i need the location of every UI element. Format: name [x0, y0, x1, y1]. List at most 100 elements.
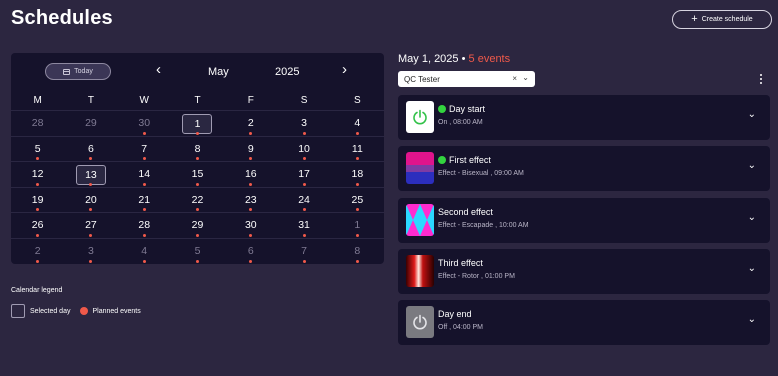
event-dot — [36, 157, 40, 161]
calendar-day[interactable]: 7 — [118, 137, 171, 162]
calendar-day[interactable]: 30 — [118, 111, 171, 136]
calendar-day[interactable]: 11 — [331, 137, 384, 162]
calendar-day[interactable]: 2 — [224, 111, 277, 136]
calendar-day[interactable]: 5 — [171, 239, 224, 264]
event-card[interactable]: Day end Off , 04:00 PM ⌄ — [398, 300, 770, 345]
prev-month-button[interactable]: ‹ — [156, 62, 161, 77]
calendar-day[interactable]: 23 — [224, 188, 277, 213]
calendar-week-row: 26 27 28 29 30 31 1 — [11, 212, 384, 238]
day-number: 21 — [138, 193, 151, 206]
calendar-day[interactable]: 29 — [64, 111, 117, 136]
event-dot — [302, 233, 306, 237]
chevron-down-icon[interactable]: ⌄ — [522, 73, 529, 82]
calendar-day[interactable]: 2 — [11, 239, 64, 264]
calendar-icon — [63, 68, 71, 75]
calendar-day[interactable]: 16 — [224, 162, 277, 187]
legend-title: Calendar legend — [11, 287, 63, 294]
calendar-day[interactable]: 12 — [11, 162, 64, 187]
calendar-day[interactable]: 5 — [11, 137, 64, 162]
event-dot — [36, 259, 40, 263]
event-card[interactable]: Second effect Effect - Escapade , 10:00 A… — [398, 198, 770, 243]
power-icon — [406, 306, 434, 338]
event-card[interactable]: Third effect Effect - Rotor , 01:00 PM ⌄ — [398, 249, 770, 294]
calendar-day[interactable]: 13 — [64, 162, 117, 187]
calendar-day[interactable]: 9 — [224, 137, 277, 162]
event-dot — [355, 208, 359, 212]
chevron-down-icon[interactable]: ⌄ — [748, 263, 756, 274]
today-button[interactable]: Today — [45, 63, 111, 80]
calendar-day[interactable]: 24 — [277, 188, 330, 213]
weekday-label: F — [247, 94, 254, 106]
chevron-down-icon[interactable]: ⌄ — [748, 212, 756, 223]
calendar-day[interactable]: 25 — [331, 188, 384, 213]
year-label[interactable]: 2025 — [275, 66, 299, 78]
device-select-value: QC Tester — [404, 74, 440, 84]
weekday-label: S — [354, 94, 361, 106]
next-month-button[interactable]: › — [342, 62, 347, 77]
chevron-down-icon[interactable]: ⌄ — [748, 314, 756, 325]
calendar-day[interactable]: 3 — [277, 111, 330, 136]
calendar-legend: Selected day Planned events — [11, 304, 141, 318]
day-number: 24 — [298, 193, 310, 206]
calendar-day[interactable]: 3 — [64, 239, 117, 264]
calendar-week-row: 2 3 4 5 6 7 8 — [11, 237, 384, 264]
calendar-day[interactable]: 7 — [277, 239, 330, 264]
device-select[interactable]: QC Tester × ⌄ — [398, 71, 535, 87]
calendar-day[interactable]: 10 — [277, 137, 330, 162]
calendar-day[interactable]: 6 — [224, 239, 277, 264]
day-number: 31 — [298, 219, 310, 232]
calendar-day[interactable]: 26 — [11, 213, 64, 238]
calendar-day[interactable]: 15 — [171, 162, 224, 187]
day-number: 16 — [244, 168, 257, 181]
calendar-day[interactable]: 29 — [171, 213, 224, 238]
event-dot — [89, 259, 93, 263]
event-dot — [302, 131, 306, 135]
calendar-day[interactable]: 28 — [11, 111, 64, 136]
calendar-day[interactable]: 20 — [64, 188, 117, 213]
calendar-day[interactable]: 1 — [331, 213, 384, 238]
chevron-down-icon[interactable]: ⌄ — [748, 160, 756, 171]
calendar-day[interactable]: 28 — [118, 213, 171, 238]
calendar-day[interactable]: 14 — [118, 162, 171, 187]
day-number: 23 — [244, 193, 257, 206]
day-number: 27 — [85, 219, 97, 232]
calendar-day[interactable]: 31 — [277, 213, 330, 238]
event-dot — [89, 157, 93, 161]
calendar-day[interactable]: 27 — [64, 213, 117, 238]
create-schedule-label: Create schedule — [701, 16, 753, 23]
calendar-day[interactable]: 8 — [171, 137, 224, 162]
day-number: 28 — [31, 117, 44, 129]
create-schedule-button[interactable]: + Create schedule — [672, 10, 772, 29]
event-dot — [89, 208, 93, 212]
calendar-day[interactable]: 21 — [118, 188, 171, 213]
event-title: Day end — [438, 309, 472, 319]
calendar-day[interactable]: 19 — [11, 188, 64, 213]
event-dot — [142, 182, 146, 186]
event-dot — [249, 131, 253, 135]
more-options-button[interactable] — [758, 72, 764, 86]
calendar-day[interactable]: 4 — [118, 239, 171, 264]
plus-icon: + — [691, 13, 698, 25]
calendar-day[interactable]: 1 — [171, 111, 224, 136]
day-number: 20 — [85, 193, 97, 206]
today-label: Today — [74, 68, 93, 75]
calendar-day[interactable]: 22 — [171, 188, 224, 213]
day-number: 10 — [298, 142, 310, 155]
calendar-day[interactable]: 17 — [277, 162, 330, 187]
month-label[interactable]: May — [208, 66, 229, 78]
calendar-day[interactable]: 18 — [331, 162, 384, 187]
clear-icon[interactable]: × — [512, 74, 517, 83]
event-dot — [142, 259, 146, 263]
event-card[interactable]: First effect Effect - Bisexual , 09:00 AM… — [398, 146, 770, 191]
calendar-day[interactable]: 6 — [64, 137, 117, 162]
day-number: 18 — [351, 168, 364, 181]
event-dot — [195, 182, 199, 186]
chevron-down-icon[interactable]: ⌄ — [748, 109, 756, 120]
calendar-day[interactable]: 4 — [331, 111, 384, 136]
event-dot — [195, 131, 199, 135]
calendar-day[interactable]: 8 — [331, 239, 384, 264]
calendar-day[interactable]: 30 — [224, 213, 277, 238]
event-card[interactable]: Day start On , 08:00 AM ⌄ — [398, 95, 770, 140]
event-dot — [302, 157, 306, 161]
calendar-week-row: 28 29 30 1 2 3 4 — [11, 110, 384, 136]
